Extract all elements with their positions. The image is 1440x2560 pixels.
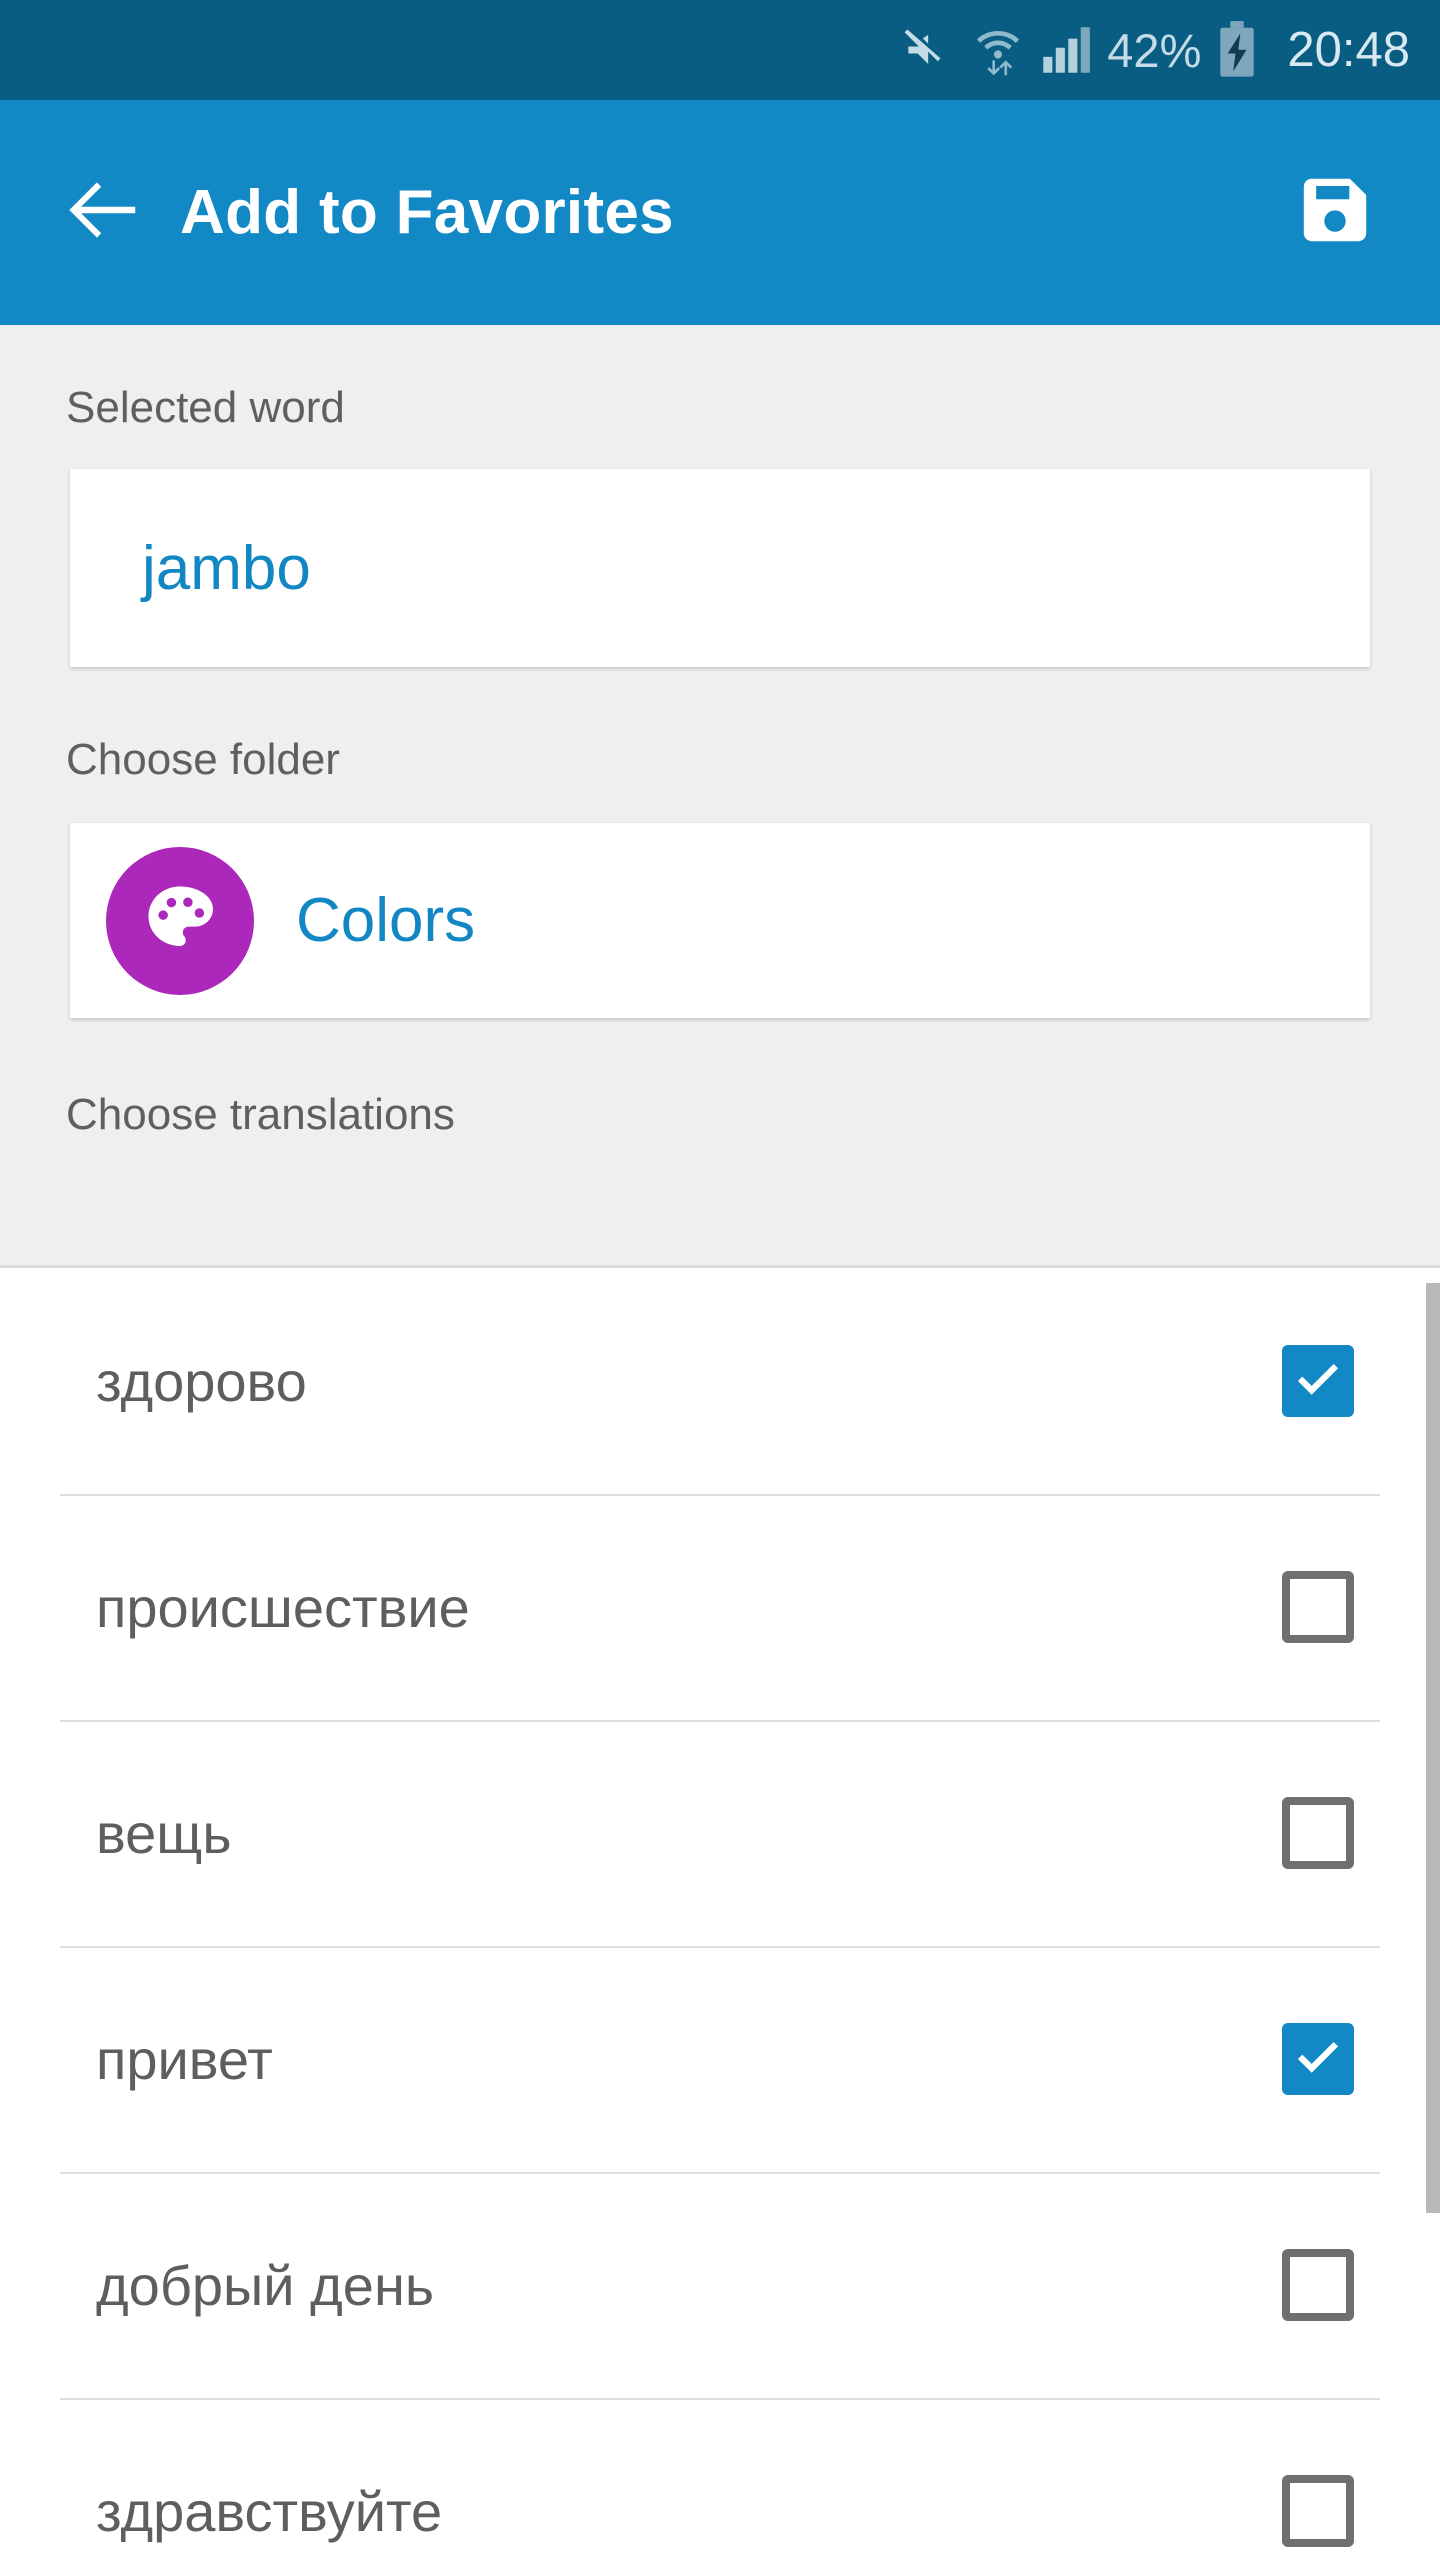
arrow-left-icon (60, 167, 146, 258)
translation-label: здравствуйте (96, 2479, 443, 2543)
selected-word-label: Selected word (66, 383, 345, 432)
status-bar-icons: 42% 20:48 (899, 21, 1410, 79)
selected-word-value: jambo (142, 533, 311, 603)
save-button[interactable] (1280, 158, 1390, 268)
battery-percent-label: 42% (1107, 23, 1202, 77)
translation-checkbox[interactable] (1282, 1797, 1354, 1869)
translation-checkbox[interactable] (1282, 2249, 1354, 2321)
mute-icon (899, 22, 955, 78)
translation-checkbox[interactable] (1282, 2023, 1354, 2095)
status-bar: 42% 20:48 (0, 0, 1440, 100)
translation-label: вещь (96, 1801, 232, 1865)
list-item[interactable]: вещь (0, 1720, 1440, 1946)
list-scrollbar[interactable] (1426, 1283, 1440, 2213)
translation-label: привет (96, 2027, 273, 2091)
list-item[interactable]: здравствуйте (0, 2398, 1440, 2560)
translation-label: здорово (96, 1349, 307, 1413)
back-button[interactable] (48, 158, 158, 268)
save-floppy-icon (1296, 171, 1374, 254)
list-item[interactable]: добрый день (0, 2172, 1440, 2398)
battery-charging-icon (1217, 21, 1257, 79)
signal-icon (1041, 24, 1091, 76)
folder-name-label: Colors (296, 886, 476, 955)
list-item[interactable]: происшествие (0, 1494, 1440, 1720)
translations-list: здорово происшествие вещь привет добрый … (0, 1265, 1440, 2560)
selected-word-field[interactable]: jambo (70, 469, 1370, 667)
translation-label: происшествие (96, 1575, 470, 1639)
list-item[interactable]: здорово (0, 1268, 1440, 1494)
translation-checkbox[interactable] (1282, 1345, 1354, 1417)
translation-checkbox[interactable] (1282, 1571, 1354, 1643)
translation-checkbox[interactable] (1282, 2475, 1354, 2547)
translation-label: добрый день (96, 2253, 435, 2317)
page-title: Add to Favorites (180, 178, 674, 247)
folder-avatar (106, 846, 254, 995)
choose-translations-label: Choose translations (66, 1090, 455, 1139)
palette-icon (137, 875, 223, 966)
status-bar-clock: 20:48 (1287, 22, 1410, 77)
list-item[interactable]: привет (0, 1946, 1440, 2172)
app-bar: Add to Favorites (0, 100, 1440, 325)
folder-selector[interactable]: Colors (70, 823, 1370, 1018)
wifi-icon (971, 22, 1025, 78)
choose-folder-label: Choose folder (66, 735, 340, 784)
app-screen: 42% 20:48 Add to Favorites Selected word… (0, 0, 1440, 2560)
